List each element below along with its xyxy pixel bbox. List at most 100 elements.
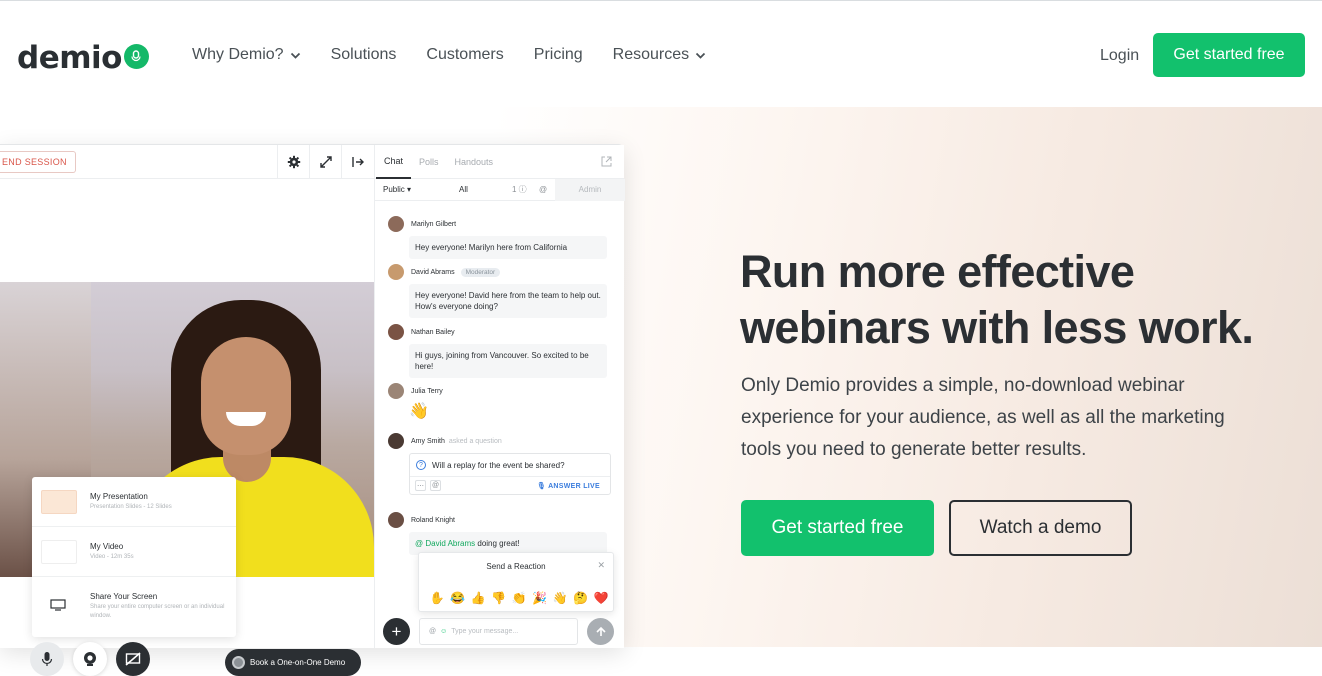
media-subtitle: Video - 12m 35s [90,554,134,560]
nav-label: Pricing [533,46,583,63]
public-label: Public [383,185,405,194]
slides-thumbnail [41,490,77,514]
media-subtitle: Share your entire computer screen or an … [90,604,225,619]
popout-icon[interactable] [601,156,612,167]
video-thumbnail [41,540,77,564]
chat-message: Marilyn Gilbert Hey everyone! Marilyn he… [388,216,613,259]
question-icon: ? [416,460,426,470]
main-nav: Why Demio? Solutions Customers Pricing R… [192,46,736,64]
camera-button[interactable] [73,642,107,676]
input-placeholder: Type your message... [451,628,519,635]
book-demo-label: Book a One-on-One Demo [250,658,346,667]
chevron-down-icon [290,52,300,59]
avatar [388,216,404,232]
media-title: My Video [90,542,124,551]
reaction-emoji[interactable]: 👏 [509,590,530,606]
media-subtitle: Presentation Slides - 12 Slides [90,504,172,510]
expand-icon[interactable] [309,145,341,179]
close-icon[interactable]: ✕ [597,560,605,571]
nav-label: Solutions [330,46,397,63]
end-session-button[interactable]: END SESSION [0,151,76,173]
nav-why-demio[interactable]: Why Demio? [192,46,301,64]
reaction-emoji[interactable]: 👋 [550,590,571,606]
chat-question: Amy Smith asked a question ? Will a replay… [388,433,613,495]
media-title: Share Your Screen [90,592,158,601]
avatar [388,433,404,449]
questions-filter[interactable]: 1 ⓘ [512,184,527,195]
reaction-emoji[interactable]: 👎 [489,590,510,606]
reaction-emoji[interactable]: 👍 [468,590,489,606]
nav-label: Resources [612,46,690,63]
chat-filter-bar: Public ▾ All 1 ⓘ @ Admin [375,178,625,201]
mention-icon[interactable]: @ [429,628,436,635]
microphone-icon [41,652,53,666]
media-item-video[interactable]: My Video Video - 12m 35s [32,527,236,577]
answer-live-button[interactable]: 🎙 ANSWER LIVE [537,482,600,490]
screen-share-button[interactable] [116,642,150,676]
microphone-icon [123,43,149,69]
question-text: Will a replay for the event be shared? [432,460,565,470]
webcam-icon [84,652,96,666]
avatar-icon [232,656,245,669]
hero-get-started-button[interactable]: Get started free [741,500,934,556]
nav-resources[interactable]: Resources [613,46,706,64]
message-body: doing great! [475,539,520,548]
moderator-badge: Moderator [460,267,501,277]
nav-solutions[interactable]: Solutions [331,46,397,64]
question-box: ? Will a replay for the event be shared? … [409,453,611,495]
mention-icon[interactable]: @ [430,480,441,491]
avatar [388,264,404,280]
media-item-presentation[interactable]: My Presentation Presentation Slides - 12… [32,477,236,527]
presenter-face [201,337,291,455]
public-dropdown[interactable]: Public ▾ [383,185,411,194]
media-item-screen-share[interactable]: Share Your Screen Share your entire comp… [32,577,236,637]
media-title: My Presentation [90,492,148,501]
chat-message: Roland Knight @ David Abrams doing great… [388,512,613,555]
hero-headline: Run more effective webinars with less wo… [740,246,1254,353]
reaction-emoji[interactable]: 🎉 [530,590,551,606]
chevron-down-icon [696,52,706,59]
microphone-button[interactable] [30,642,64,676]
tab-chat[interactable]: Chat [376,145,412,179]
sender-name: Nathan Bailey [411,328,455,336]
sender-name: Roland Knight [411,516,455,524]
emoji-icon[interactable]: ☺ [440,628,447,635]
login-link[interactable]: Login [1100,47,1139,65]
reaction-emoji[interactable]: 😂 [448,590,469,606]
sender-name: Marilyn Gilbert [411,220,457,228]
gear-icon[interactable] [277,145,309,179]
question-count: 1 [512,185,517,194]
more-icon[interactable]: ⋯ [415,480,426,491]
get-started-button[interactable]: Get started free [1153,33,1305,77]
avatar [388,383,404,399]
reaction-popover: Send a Reaction ✕ ✋ 😂 👍 👎 👏 🎉 👋 🤔 ❤️ [418,552,614,612]
book-demo-pill[interactable]: Book a One-on-One Demo [225,649,361,676]
nav-pricing[interactable]: Pricing [534,46,583,64]
mention-link[interactable]: @ David Abrams [415,539,475,548]
chat-input[interactable]: @ ☺ Type your message... [419,618,578,645]
avatar [388,324,404,340]
reaction-title: Send a Reaction [486,562,546,571]
message-text: Hey everyone! Marilyn here from Californ… [409,236,607,259]
asked-note: asked a question [448,437,502,445]
reaction-emoji[interactable]: ❤️ [591,590,612,606]
nav-customers[interactable]: Customers [426,46,503,64]
reaction-list: ✋ 😂 👍 👎 👏 🎉 👋 🤔 ❤️ [427,590,612,606]
reaction-emoji[interactable]: 🤔 [571,590,592,606]
tab-polls[interactable]: Polls [419,145,439,179]
nav-label: Customers [426,46,504,63]
sender-name: David Abrams [411,268,455,276]
filter-all[interactable]: All [459,185,468,194]
send-button[interactable] [587,618,614,645]
add-button[interactable]: + [383,618,410,645]
mentions-icon[interactable]: @ [539,185,547,194]
avatar [388,512,404,528]
tab-handouts[interactable]: Handouts [455,145,494,179]
reaction-emoji[interactable]: ✋ [427,590,448,606]
admin-filter[interactable]: Admin [555,178,625,201]
toolbar-icons [277,145,373,179]
watch-demo-button[interactable]: Watch a demo [949,500,1132,556]
screen-share-icon [125,652,141,666]
exit-icon[interactable] [341,145,373,179]
demio-logo[interactable]: demio [17,40,149,76]
